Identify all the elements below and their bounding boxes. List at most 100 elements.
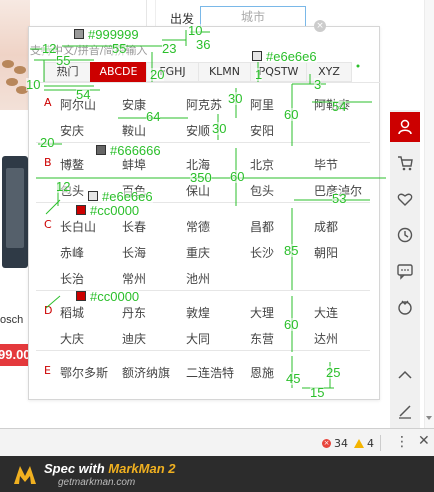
group-divider <box>36 350 370 351</box>
product-price: 99.00 <box>0 344 30 366</box>
city-option[interactable]: 稻城 <box>60 304 84 321</box>
city-option[interactable]: 大庆 <box>60 330 84 347</box>
devtools-status-bar: × 34 4 ⋮ ✕ <box>0 428 434 456</box>
markman-logo-icon <box>14 466 36 484</box>
city-option[interactable]: 恩施 <box>250 364 274 381</box>
city-option[interactable]: 长海 <box>122 244 146 261</box>
city-option[interactable]: 常德 <box>186 218 210 235</box>
city-option[interactable]: 大同 <box>186 330 210 347</box>
close-devtools-icon[interactable]: ✕ <box>418 433 430 449</box>
back-to-top-icon <box>398 370 412 379</box>
more-menu-icon[interactable]: ⋮ <box>395 434 409 450</box>
edit-button[interactable] <box>390 396 420 426</box>
warning-icon <box>354 439 364 448</box>
city-option[interactable]: 安阳 <box>250 122 274 139</box>
coupon-button[interactable] <box>390 292 420 322</box>
footer-url[interactable]: getmarkman.com <box>58 477 135 488</box>
coupon-icon <box>398 300 412 315</box>
city-input[interactable]: 城市 <box>200 6 306 28</box>
city-option[interactable]: 迪庆 <box>122 330 146 347</box>
chat-button[interactable] <box>390 256 420 286</box>
city-option[interactable]: 阿尔山 <box>60 96 96 113</box>
city-option[interactable]: 额济纳旗 <box>122 364 170 381</box>
city-option[interactable]: 重庆 <box>186 244 210 261</box>
group-divider <box>36 290 370 291</box>
cart-button[interactable] <box>390 148 420 178</box>
tab-pqstw[interactable]: PQSTW <box>250 62 306 82</box>
group-letter: E <box>44 364 51 377</box>
error-icon: × <box>322 439 331 448</box>
edit-icon <box>399 405 411 419</box>
city-option[interactable]: 百色 <box>122 182 146 199</box>
city-option[interactable]: 安顺 <box>186 122 210 139</box>
history-button[interactable] <box>390 220 420 250</box>
city-option[interactable]: 长沙 <box>250 244 274 261</box>
markman-footer: Spec with MarkMan 2 getmarkman.com <box>0 456 434 492</box>
city-option[interactable]: 长春 <box>122 218 146 235</box>
city-option[interactable]: 昌都 <box>250 218 274 235</box>
error-count[interactable]: × 34 <box>322 437 348 450</box>
tab-klmn[interactable]: KLMN <box>198 62 250 82</box>
product-image-nuts[interactable] <box>0 0 30 110</box>
city-option[interactable]: 达州 <box>314 330 338 347</box>
divider <box>380 435 381 451</box>
product-brand-text: osch <box>0 314 24 326</box>
search-hint: 支持中文/拼音/简拼输入 <box>30 44 148 57</box>
back-to-top-button[interactable] <box>390 360 420 390</box>
tab-divider <box>28 82 380 83</box>
city-option[interactable]: 蚌埠 <box>122 156 146 173</box>
user-icon <box>398 119 412 135</box>
city-option[interactable]: 博鳌 <box>60 156 84 173</box>
city-option[interactable]: 赤峰 <box>60 244 84 261</box>
heart-button[interactable] <box>390 184 420 214</box>
group-divider <box>36 142 370 143</box>
warning-count[interactable]: 4 <box>354 437 374 450</box>
city-option[interactable]: 安康 <box>122 96 146 113</box>
tab-xyz[interactable]: XYZ <box>306 62 352 82</box>
scroll-down-icon[interactable] <box>426 416 432 420</box>
city-option[interactable]: 鄂尔多斯 <box>60 364 108 381</box>
city-option[interactable]: 长治 <box>60 270 84 287</box>
tab-fghj[interactable]: FGHJ <box>146 62 198 82</box>
city-option[interactable]: 包头 <box>60 182 84 199</box>
city-option[interactable]: 丹东 <box>122 304 146 321</box>
city-option[interactable]: 阿克苏 <box>186 96 222 113</box>
city-option[interactable]: 北海 <box>186 156 210 173</box>
group-divider <box>36 202 370 203</box>
city-option[interactable]: 鞍山 <box>122 122 146 139</box>
city-option[interactable]: 保山 <box>186 182 210 199</box>
group-letter: B <box>44 156 52 169</box>
depart-label: 出发 <box>170 12 195 26</box>
divider <box>155 0 156 26</box>
product-image-toolcase[interactable] <box>0 148 30 288</box>
city-option[interactable]: 巴彦淖尔 <box>314 182 362 199</box>
city-option[interactable]: 大连 <box>314 304 338 321</box>
city-option[interactable]: 朝阳 <box>314 244 338 261</box>
city-option[interactable]: 安庆 <box>60 122 84 139</box>
tab-热门[interactable]: 热门 <box>44 62 90 82</box>
city-option[interactable]: 敦煌 <box>186 304 210 321</box>
close-icon[interactable]: × <box>314 20 326 32</box>
chat-icon <box>397 264 413 280</box>
city-option[interactable]: 常州 <box>122 270 146 287</box>
group-letter: A <box>44 96 52 109</box>
city-option[interactable]: 北京 <box>250 156 274 173</box>
group-letter: D <box>44 304 53 317</box>
city-option[interactable]: 毕节 <box>314 156 338 173</box>
city-option[interactable]: 东营 <box>250 330 274 347</box>
user-button[interactable] <box>390 112 420 142</box>
footer-title: Spec with MarkMan 2 <box>44 461 176 476</box>
city-option[interactable]: 阿勒泰 <box>314 96 350 113</box>
city-option[interactable]: 池州 <box>186 270 210 287</box>
city-option[interactable]: 长白山 <box>60 218 96 235</box>
city-option[interactable]: 成都 <box>314 218 338 235</box>
tab-abcde[interactable]: ABCDE <box>90 62 146 82</box>
city-option[interactable]: 大理 <box>250 304 274 321</box>
heart-icon <box>397 193 413 206</box>
scrollbar[interactable] <box>424 0 434 428</box>
city-option[interactable]: 阿里 <box>250 96 274 113</box>
history-icon <box>397 227 413 243</box>
city-option[interactable]: 包头 <box>250 182 274 199</box>
city-option[interactable]: 二连浩特 <box>186 364 234 381</box>
letter-tabs: 热门 ABCDE FGHJ KLMN PQSTW XYZ <box>44 62 352 82</box>
